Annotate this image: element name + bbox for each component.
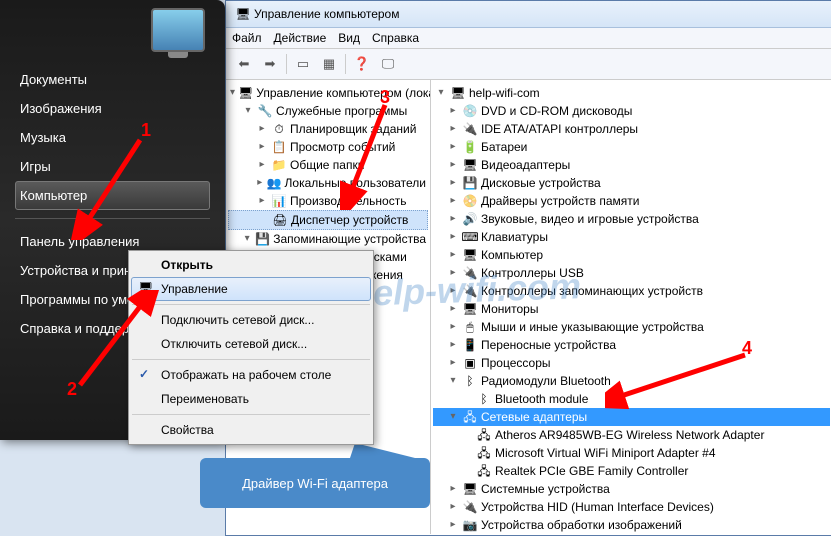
tree-item[interactable]: ▾ᛒРадиомодули Bluetooth — [433, 372, 830, 390]
tree-item[interactable]: ▸⏱Планировщик заданий — [228, 120, 428, 138]
tree-icon: 🖧 — [476, 427, 492, 443]
tree-icon: 📋 — [271, 139, 287, 155]
tree-item[interactable]: ▾💾Запоминающие устройства — [228, 230, 428, 248]
tree-item[interactable]: ▸⌨Клавиатуры — [433, 228, 830, 246]
callout-bubble: Драйвер Wi-Fi адаптера — [200, 458, 430, 508]
tree-item[interactable]: ▸🔌Устройства HID (Human Interface Device… — [433, 498, 830, 516]
window-title: Управление компьютером — [254, 7, 399, 21]
up-button[interactable]: ▭ — [291, 52, 315, 76]
tree-icon: 💾 — [462, 175, 478, 191]
view-button[interactable]: 🖵 — [376, 52, 400, 76]
tree-icon: ▣ — [462, 355, 478, 371]
tree-icon: ⏱ — [271, 121, 287, 137]
tree-item[interactable]: ▾🖧Сетевые адаптеры — [433, 408, 830, 426]
tree-icon: ᛒ — [476, 391, 492, 407]
tree-icon: 👥 — [267, 175, 282, 191]
tree-icon: 📊 — [271, 193, 287, 209]
title-bar: 🖥 Управление компьютером — [226, 1, 831, 28]
start-menu-header — [0, 0, 225, 60]
tree-icon: 💿 — [462, 103, 478, 119]
tree-icon: 📱 — [462, 337, 478, 353]
menu-item[interactable]: Действие — [274, 31, 327, 45]
tree-icon: ᛒ — [462, 373, 478, 389]
context-menu: Открыть🖥Управление Подключить сетевой дис… — [128, 250, 374, 445]
tree-icon: 🔋 — [462, 139, 478, 155]
tree-item[interactable]: ▸💿DVD и CD-ROM дисководы — [433, 102, 830, 120]
tree-icon: 🖱 — [462, 319, 478, 335]
help-button[interactable]: ❓ — [350, 52, 374, 76]
tree-icon: 🖧 — [476, 463, 492, 479]
tree-item[interactable]: ▸📱Переносные устройства — [433, 336, 830, 354]
context-menu-item[interactable]: Отключить сетевой диск... — [131, 332, 371, 356]
menu-bar: Файл Действие Вид Справка — [226, 28, 831, 49]
tree-item[interactable]: 🖧Atheros AR9485WB-EG Wireless Network Ad… — [433, 426, 830, 444]
callout-text: Драйвер Wi-Fi адаптера — [242, 476, 388, 491]
tree-icon: 🖧 — [476, 445, 492, 461]
tree-item[interactable]: ▸🔌IDE ATA/ATAPI контроллеры — [433, 120, 830, 138]
tree-icon: 💾 — [255, 231, 270, 247]
annotation-4: 4 — [742, 338, 752, 359]
start-menu-item[interactable]: Изображения — [15, 94, 210, 123]
toolbar: ⬅ ➡ ▭ ▦ ❓ 🖵 — [226, 49, 831, 80]
context-menu-item[interactable]: Переименовать — [131, 387, 371, 411]
tree-icon: 🖥 — [238, 85, 253, 101]
tree-icon: 🖥 — [462, 157, 478, 173]
context-menu-item[interactable]: Свойства — [131, 418, 371, 442]
tree-icon: 🖥 — [450, 85, 466, 101]
start-menu-item[interactable]: Документы — [15, 65, 210, 94]
tree-item[interactable]: ▸🖥Системные устройства — [433, 480, 830, 498]
tree-item[interactable]: ▾🖥help-wifi-com — [433, 84, 830, 102]
tree-icon: 🔌 — [462, 499, 478, 515]
tree-item[interactable]: 🖨Диспетчер устройств — [228, 210, 428, 230]
tree-item[interactable]: ▸📋Просмотр событий — [228, 138, 428, 156]
menu-item[interactable]: Справка — [372, 31, 419, 45]
annotation-1: 1 — [141, 120, 151, 141]
app-icon: 🖥 — [235, 6, 251, 22]
tree-item[interactable]: 🖧Microsoft Virtual WiFi Miniport Adapter… — [433, 444, 830, 462]
tree-item[interactable]: ▸🔊Звуковые, видео и игровые устройства — [433, 210, 830, 228]
tree-item[interactable]: ▸🔋Батареи — [433, 138, 830, 156]
back-button[interactable]: ⬅ — [232, 52, 256, 76]
tree-icon: 📁 — [271, 157, 287, 173]
tree-item[interactable]: ▾🖥Управление компьютером (локальным) — [228, 84, 428, 102]
tree-icon: 🖧 — [462, 409, 478, 425]
tree-icon: 🖥 — [462, 481, 478, 497]
tree-icon: 📷 — [462, 517, 478, 533]
context-menu-item[interactable]: Подключить сетевой диск... — [131, 308, 371, 332]
menu-item[interactable]: Файл — [232, 31, 262, 45]
properties-button[interactable]: ▦ — [317, 52, 341, 76]
tree-item[interactable]: ᛒBluetooth module — [433, 390, 830, 408]
menu-item[interactable]: Вид — [338, 31, 360, 45]
tree-item[interactable]: ▸▣Процессоры — [433, 354, 830, 372]
start-menu-item[interactable]: Музыка — [15, 123, 210, 152]
annotation-2: 2 — [67, 379, 77, 400]
tree-item[interactable]: ▸📊Производительность — [228, 192, 428, 210]
start-menu-item[interactable]: Компьютер — [15, 181, 210, 210]
context-menu-item[interactable]: Открыть — [131, 253, 371, 277]
forward-button[interactable]: ➡ — [258, 52, 282, 76]
tree-item[interactable]: 🖧Realtek PCIe GBE Family Controller — [433, 462, 830, 480]
tree-icon: ⌨ — [462, 229, 478, 245]
tree-item[interactable]: ▸🖥Компьютер — [433, 246, 830, 264]
tree-icon: 📀 — [462, 193, 478, 209]
tree-icon: 🖥 — [462, 247, 478, 263]
tree-icon: 🔌 — [462, 121, 478, 137]
tree-item[interactable]: ▸📀Драйверы устройств памяти — [433, 192, 830, 210]
tree-icon: 🔊 — [462, 211, 478, 227]
tree-icon: 🔧 — [257, 103, 273, 119]
tree-item[interactable]: ▸💾Дисковые устройства — [433, 174, 830, 192]
tree-item[interactable]: ▸👥Локальные пользователи — [228, 174, 428, 192]
context-menu-item[interactable]: ✓Отображать на рабочем столе — [131, 363, 371, 387]
context-menu-item[interactable]: 🖥Управление — [131, 277, 371, 301]
annotation-3: 3 — [380, 87, 390, 108]
computer-icon — [151, 8, 205, 52]
tree-item[interactable]: ▾🔧Служебные программы — [228, 102, 428, 120]
start-menu-item[interactable]: Игры — [15, 152, 210, 181]
tree-icon: 🖨 — [272, 212, 288, 228]
tree-item[interactable]: ▸📁Общие папки — [228, 156, 428, 174]
tree-item[interactable]: ▸🖱Мыши и иные указывающие устройства — [433, 318, 830, 336]
tree-item[interactable]: ▸📷Устройства обработки изображений — [433, 516, 830, 534]
tree-item[interactable]: ▸🖥Видеоадаптеры — [433, 156, 830, 174]
